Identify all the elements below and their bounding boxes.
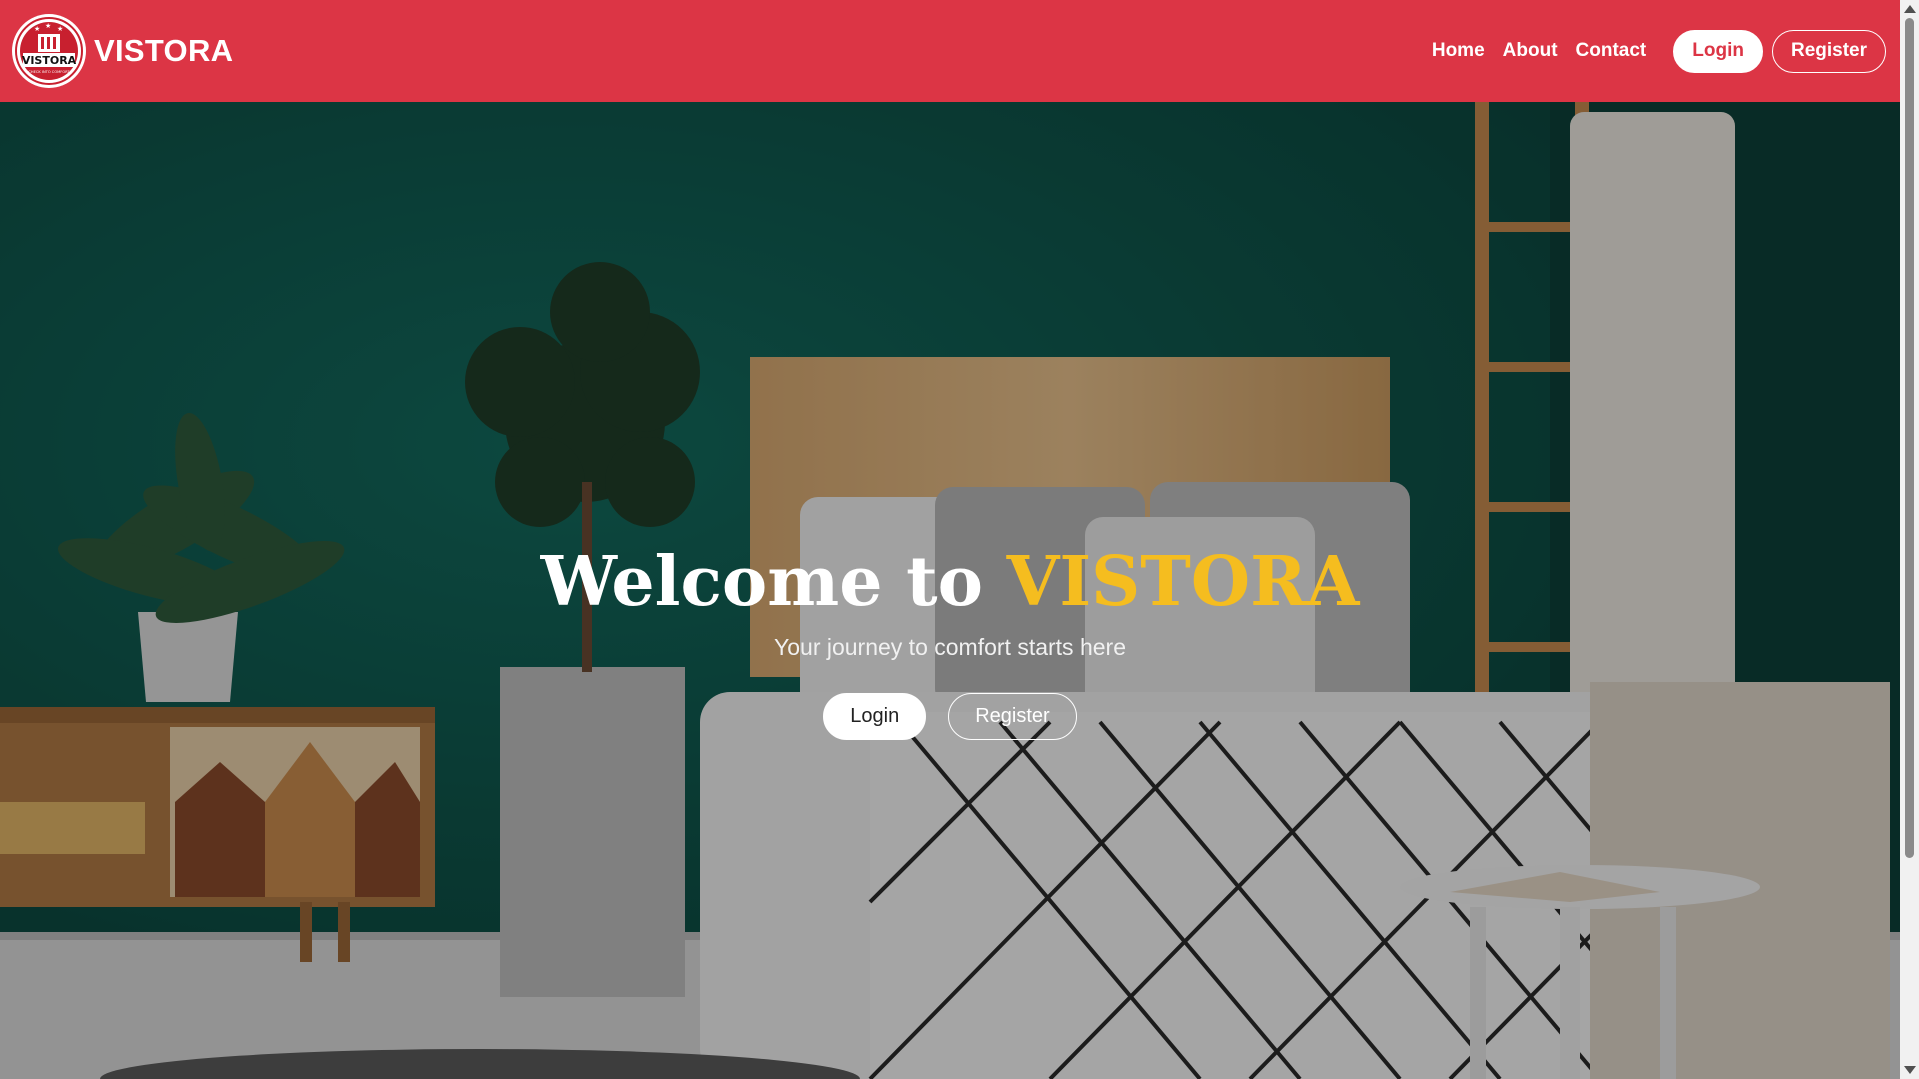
top-navbar: ★ ★ ★ VISTORA CHECK INTO COMFORT VISTORA… (0, 0, 1900, 102)
brand[interactable]: ★ ★ ★ VISTORA CHECK INTO COMFORT VISTORA (12, 14, 233, 88)
svg-text:★: ★ (57, 25, 63, 33)
logo-wordmark: VISTORA (22, 54, 77, 67)
brand-name[interactable]: VISTORA (94, 33, 233, 69)
vistora-logo-badge: ★ ★ ★ VISTORA CHECK INTO COMFORT (15, 17, 83, 85)
nav-link-about[interactable]: About (1503, 40, 1558, 62)
scroll-up-arrow-icon[interactable] (1904, 5, 1916, 13)
hero-buttons: Login Register (0, 693, 1900, 740)
svg-text:★: ★ (34, 25, 40, 33)
nav-register-button[interactable]: Register (1771, 29, 1886, 73)
vertical-scrollbar[interactable] (1900, 0, 1919, 1079)
hero-subtitle: Your journey to comfort starts here (774, 634, 1126, 660)
nav-login-button[interactable]: Login (1673, 29, 1763, 73)
hero-title: Welcome to VISTORA (0, 542, 1900, 622)
hero-title-highlight: VISTORA (1006, 542, 1360, 622)
hero-content: Welcome to VISTORA Your journey to comfo… (0, 542, 1900, 740)
logo-tagline: CHECK INTO COMFORT (28, 70, 70, 74)
hero-login-button[interactable]: Login (823, 693, 927, 740)
scroll-down-arrow-icon[interactable] (1904, 1066, 1916, 1074)
nav-link-contact[interactable]: Contact (1576, 40, 1647, 62)
nav-link-home[interactable]: Home (1432, 40, 1485, 62)
scrollbar-thumb[interactable] (1905, 18, 1914, 858)
svg-text:★: ★ (45, 22, 51, 30)
hero-title-prefix: Welcome to (540, 542, 1007, 622)
hero-register-button[interactable]: Register (948, 693, 1077, 740)
nav-auth-buttons: Login Register (1673, 29, 1886, 73)
main-nav: Home About Contact (1432, 40, 1646, 62)
vistora-logo[interactable]: ★ ★ ★ VISTORA CHECK INTO COMFORT (12, 14, 86, 88)
hero-section: Welcome to VISTORA Your journey to comfo… (0, 102, 1900, 1079)
